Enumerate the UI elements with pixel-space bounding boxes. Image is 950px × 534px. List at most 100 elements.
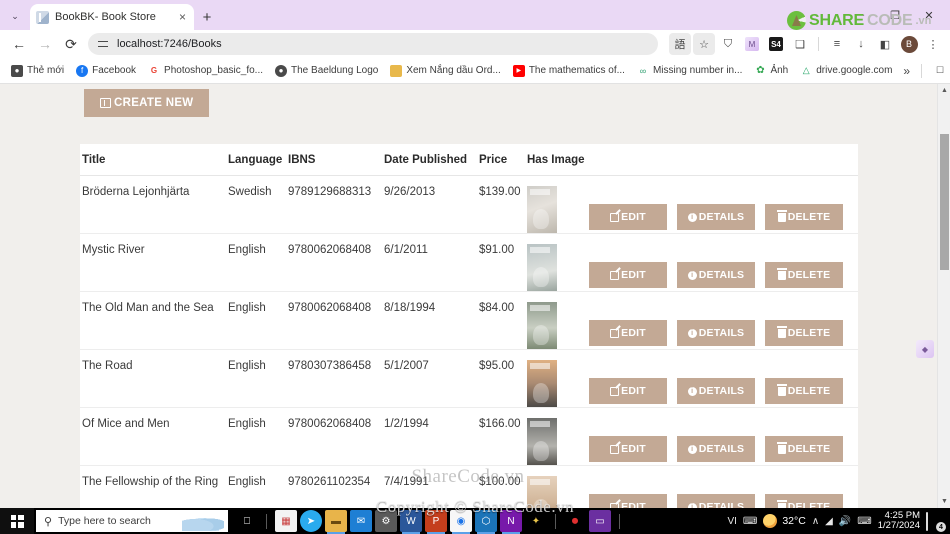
- globe-icon: ●: [11, 64, 23, 77]
- delete-button[interactable]: DELETE: [765, 378, 843, 404]
- row-actions: EDIT i DETAILS DELETE: [589, 418, 858, 462]
- delete-button[interactable]: DELETE: [765, 204, 843, 230]
- logo-vn-text: .vn: [915, 14, 932, 27]
- search-icon: ⚲: [44, 515, 53, 528]
- row-actions: EDIT i DETAILS DELETE: [589, 302, 858, 346]
- bookmark-item[interactable]: ● The Baeldung Logo: [270, 63, 383, 79]
- edit-button[interactable]: EDIT: [589, 262, 667, 288]
- details-button[interactable]: i DETAILS: [677, 204, 755, 230]
- delete-button[interactable]: DELETE: [765, 494, 843, 508]
- edit-button[interactable]: EDIT: [589, 320, 667, 346]
- cell-has-image: [527, 291, 589, 350]
- book-cover-thumbnail: [527, 244, 557, 291]
- browser-tab[interactable]: BookBK- Book Store ×: [30, 4, 194, 30]
- bookmarks-overflow-icon[interactable]: »: [899, 64, 914, 78]
- extension-s4-glyph: S4: [769, 37, 783, 51]
- bookmark-label: Photoshop_basic_fo...: [164, 65, 264, 76]
- reading-list-icon[interactable]: ≡: [826, 33, 848, 55]
- task-view-icon[interactable]: ⎕: [236, 510, 258, 532]
- forward-icon[interactable]: →: [32, 31, 58, 57]
- bookmark-item[interactable]: ▶ The mathematics of...: [508, 63, 630, 79]
- show-hidden-icons[interactable]: ∧: [812, 516, 819, 527]
- scroll-down-icon[interactable]: ▼: [938, 495, 950, 508]
- address-bar[interactable]: localhost:7246/Books: [88, 33, 658, 55]
- create-new-label: CREATE NEW: [114, 97, 194, 109]
- create-new-button[interactable]: CREATE NEW: [84, 89, 210, 117]
- translate-icon[interactable]: 語: [669, 33, 691, 55]
- start-button[interactable]: [0, 508, 34, 534]
- delete-button[interactable]: DELETE: [765, 262, 843, 288]
- taskbar-search-box[interactable]: ⚲ Type here to search: [36, 510, 228, 532]
- bookmark-item[interactable]: ∞ Missing number in...: [632, 63, 747, 79]
- table-row: Of Mice and Men English 9780062068408 1/…: [80, 407, 858, 466]
- extension-m-icon[interactable]: M: [741, 33, 763, 55]
- edit-label: EDIT: [621, 501, 646, 508]
- all-bookmarks-button[interactable]: ☐ Tất cả dấu trang: [929, 63, 950, 79]
- details-button[interactable]: i DETAILS: [677, 320, 755, 346]
- edit-button[interactable]: EDIT: [589, 436, 667, 462]
- file-explorer-icon[interactable]: ▬: [325, 510, 347, 534]
- bookmark-item[interactable]: f Facebook: [71, 63, 141, 79]
- network-icon[interactable]: ◢: [825, 516, 833, 527]
- notification-center-button[interactable]: 4: [926, 512, 946, 532]
- close-icon[interactable]: ×: [177, 11, 188, 23]
- profile-avatar[interactable]: B: [898, 33, 920, 55]
- delete-button[interactable]: DELETE: [765, 320, 843, 346]
- extensions-puzzle-icon[interactable]: ❑: [789, 33, 811, 55]
- bookmark-item[interactable]: ✿ Ảnh: [749, 63, 793, 79]
- bookmark-item[interactable]: ● Thẻ mới: [6, 63, 69, 79]
- toolbar-icons: 語 ☆ ⛉ M S4 ❑ ≡ ↓ ◧ B ⋮: [669, 33, 944, 55]
- downloads-icon[interactable]: ↓: [850, 33, 872, 55]
- page-scrollbar[interactable]: ▲ ▼: [937, 84, 950, 508]
- details-button[interactable]: i DETAILS: [677, 262, 755, 288]
- book-cover-thumbnail: [527, 418, 557, 465]
- bookmark-item[interactable]: G Photoshop_basic_fo...: [143, 63, 268, 79]
- delete-label: DELETE: [787, 501, 831, 508]
- cell-title: The Road: [80, 349, 228, 408]
- edit-label: EDIT: [621, 327, 646, 339]
- taskbar-clock[interactable]: 4:25 PM 1/27/2024: [878, 510, 920, 532]
- tab-search-icon[interactable]: ⌄: [4, 5, 26, 27]
- details-button[interactable]: i DETAILS: [677, 494, 755, 508]
- bookmark-star-icon[interactable]: ☆: [693, 33, 715, 55]
- weather-widget[interactable]: 32°C: [763, 514, 806, 528]
- extension-s4-icon[interactable]: S4: [765, 33, 787, 55]
- delete-button[interactable]: DELETE: [765, 436, 843, 462]
- cell-language: English: [228, 291, 288, 350]
- reload-icon[interactable]: ⟳: [58, 31, 84, 57]
- cell-price: $166.00: [479, 407, 527, 466]
- scrollbar-thumb[interactable]: [940, 134, 949, 270]
- new-tab-button[interactable]: +: [196, 6, 218, 28]
- notification-icon: [926, 512, 928, 531]
- microsoft-store-icon[interactable]: ▦: [275, 510, 297, 532]
- volume-icon[interactable]: 🔊: [839, 516, 851, 527]
- chrome-menu-icon[interactable]: ⋮: [922, 33, 944, 55]
- bookmark-item[interactable]: △ drive.google.com: [795, 63, 897, 79]
- language-indicator[interactable]: VI: [727, 516, 736, 527]
- logo-code-text: CODE: [867, 11, 913, 29]
- purple-app-icon[interactable]: ▭: [589, 510, 611, 532]
- book-cover-thumbnail: [527, 302, 557, 349]
- site-settings-icon[interactable]: [96, 37, 110, 51]
- shield-icon[interactable]: ⛉: [717, 33, 739, 55]
- details-button[interactable]: i DETAILS: [677, 436, 755, 462]
- edit-button[interactable]: EDIT: [589, 494, 667, 508]
- row-actions: EDIT i DETAILS DELETE: [589, 244, 858, 288]
- cell-title: Bröderna Lejonhjärta: [80, 175, 228, 234]
- bookmark-item[interactable]: Xem Nắng dầu Ord...: [385, 63, 506, 79]
- details-button[interactable]: i DETAILS: [677, 378, 755, 404]
- floating-extension-icon[interactable]: ◆: [916, 340, 934, 358]
- keyboard-icon[interactable]: ⌨: [857, 516, 871, 527]
- edit-button[interactable]: EDIT: [589, 378, 667, 404]
- cell-price: $95.00: [479, 349, 527, 408]
- ime-icon[interactable]: ⌨: [743, 516, 757, 527]
- back-icon[interactable]: ←: [6, 31, 32, 57]
- telegram-icon[interactable]: ➤: [300, 510, 322, 532]
- books-table-wrapper: Title Language IBNS Date Published Price…: [80, 144, 858, 508]
- cell-date-published: 5/1/2007: [384, 349, 479, 408]
- scroll-up-icon[interactable]: ▲: [938, 84, 950, 97]
- side-panel-icon[interactable]: ◧: [874, 33, 896, 55]
- details-label: DETAILS: [698, 327, 745, 339]
- edit-button[interactable]: EDIT: [589, 204, 667, 230]
- mail-icon[interactable]: ✉: [350, 510, 372, 532]
